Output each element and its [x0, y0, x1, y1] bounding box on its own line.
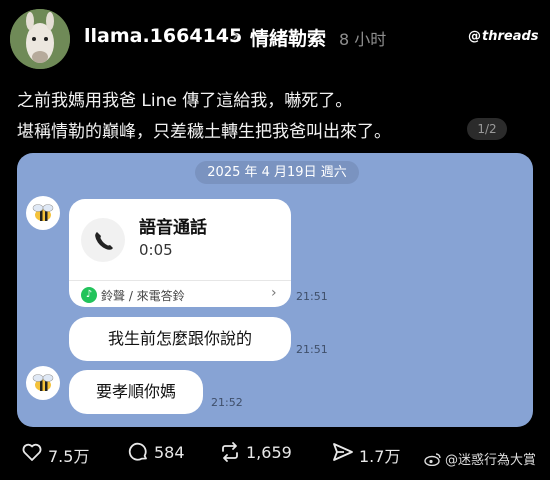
share-count: 1.7万	[359, 447, 401, 466]
heart-icon	[22, 443, 42, 461]
contact-avatar	[26, 196, 60, 230]
post-time: 8 小时	[339, 30, 387, 49]
message-bubble: 要孝順你媽	[69, 370, 203, 414]
post-text-line: 堪稱情勒的巔峰，只差穢土轉生把我爸叫出來了。	[17, 122, 391, 142]
like-count: 7.5万	[48, 447, 90, 466]
chevron-right-icon: ›	[232, 24, 240, 46]
llama-avatar-image	[10, 9, 70, 69]
bee-icon	[32, 204, 54, 221]
weibo-watermark: @迷惑行為大賞	[424, 449, 536, 468]
bee-icon	[32, 374, 54, 391]
comment-icon	[128, 442, 147, 461]
chevron-right-icon: ›	[271, 285, 277, 301]
divider	[69, 280, 291, 281]
ringtone-link[interactable]: 鈴聲 / 來電答鈴	[101, 287, 185, 304]
watermark-text: @迷惑行為大賞	[445, 453, 537, 468]
message-time: 21:52	[211, 396, 243, 409]
call-title: 語音通話	[139, 218, 207, 238]
avatar[interactable]	[10, 9, 70, 69]
message-bubble: 我生前怎麼跟你說的	[69, 317, 291, 361]
chat-date-pill: 2025 年 4 月19日 週六	[195, 161, 359, 184]
send-icon	[333, 443, 353, 461]
threads-wordmark: threads	[482, 29, 539, 44]
phone-icon	[81, 218, 125, 262]
message-time: 21:51	[296, 343, 328, 356]
threads-logo: @threads	[468, 29, 539, 44]
call-duration: 0:05	[139, 241, 173, 259]
username[interactable]: llama.1664145	[84, 25, 242, 47]
contact-avatar	[26, 366, 60, 400]
post-text-line: 之前我媽用我爸 Line 傳了這給我，嚇死了。	[17, 91, 353, 111]
voice-call-card[interactable]: 語音通話 0:05 ♪ 鈴聲 / 來電答鈴 ›	[69, 199, 291, 307]
chat-screenshot-image[interactable]: 2025 年 4 月19日 週六 語音通話 0:05 ♪ 鈴聲 / 來電答鈴 ›…	[17, 153, 533, 427]
comment-count: 584	[154, 443, 185, 462]
repost-icon	[222, 442, 238, 462]
topic-tag[interactable]: 情緒勒索	[250, 24, 326, 51]
music-note-icon: ♪	[81, 287, 97, 303]
threads-icon: @	[468, 29, 481, 44]
repost-count: 1,659	[246, 443, 292, 462]
weibo-icon	[424, 453, 441, 466]
page-indicator: 1/2	[467, 118, 507, 140]
message-time: 21:51	[296, 290, 328, 303]
